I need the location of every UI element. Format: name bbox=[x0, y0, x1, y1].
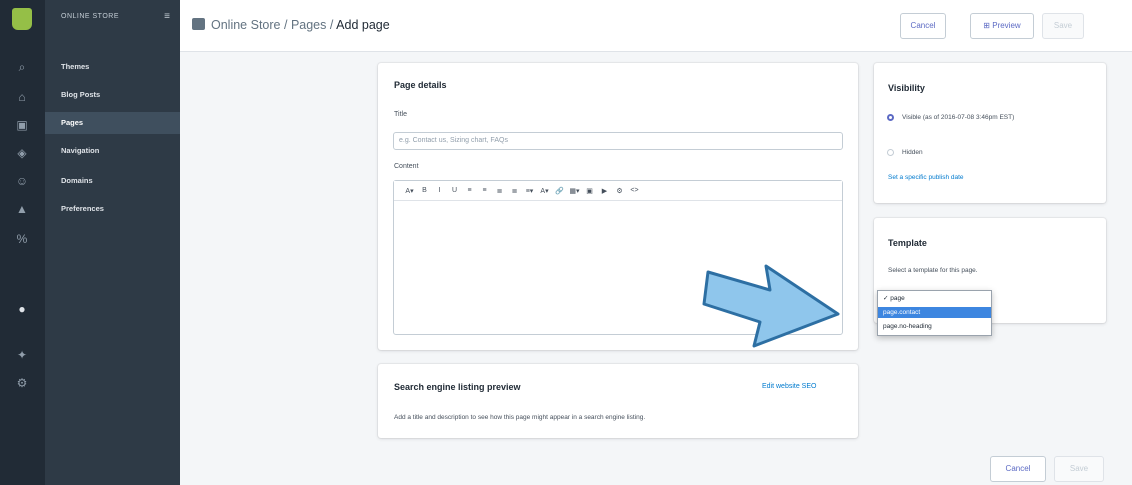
template-option-page[interactable]: ✓ page bbox=[878, 293, 991, 304]
numbered-list-icon[interactable]: ≡ bbox=[477, 187, 492, 194]
visibility-card: Visibility Visible (as of 2016-07-08 3:4… bbox=[874, 63, 1106, 203]
sidebar-item-themes[interactable]: Themes bbox=[45, 56, 180, 78]
arrow-shape bbox=[702, 264, 840, 348]
hidden-radio[interactable] bbox=[887, 149, 894, 156]
breadcrumb-separator: / bbox=[283, 18, 288, 32]
page-title: Add page bbox=[336, 18, 390, 32]
icon-rail: ⌕ ⌂ ▣ ◈ ☺ ▲ % ● ✦ ⚙ bbox=[0, 0, 45, 485]
page-details-heading: Page details bbox=[394, 80, 447, 90]
apps-icon[interactable]: ✦ bbox=[15, 348, 29, 362]
template-option-page-contact[interactable]: page.contact bbox=[878, 307, 991, 318]
discounts-icon[interactable]: % bbox=[15, 232, 29, 246]
table-icon[interactable]: ▦▾ bbox=[567, 187, 582, 195]
sidebar-header: ONLINE STORE ≡ bbox=[45, 0, 180, 32]
store-icon bbox=[192, 18, 205, 30]
template-option-page-no-heading[interactable]: page.no-heading bbox=[878, 321, 991, 332]
footer-save-button[interactable]: Save bbox=[1054, 456, 1104, 482]
title-label: Title bbox=[394, 111, 407, 118]
align-icon[interactable]: ≡▾ bbox=[522, 187, 537, 195]
menu-icon[interactable]: ≡ bbox=[164, 11, 170, 22]
orders-icon[interactable]: ▣ bbox=[15, 118, 29, 132]
sidebar-item-blog-posts[interactable]: Blog Posts bbox=[45, 84, 180, 106]
annotation-arrow bbox=[702, 264, 840, 348]
cancel-button[interactable]: Cancel bbox=[900, 13, 946, 39]
seo-description: Add a title and description to see how t… bbox=[394, 414, 646, 421]
text-color-icon[interactable]: A▾ bbox=[537, 187, 552, 195]
underline-icon[interactable]: U bbox=[447, 187, 462, 194]
link-icon[interactable]: 🔗 bbox=[552, 187, 567, 195]
title-input[interactable]: e.g. Contact us, Sizing chart, FAQs bbox=[393, 132, 843, 150]
breadcrumb: Online Store / Pages / Add page bbox=[192, 18, 390, 32]
products-icon[interactable]: ◈ bbox=[15, 146, 29, 160]
html-icon[interactable]: <> bbox=[627, 187, 642, 194]
breadcrumb-pages[interactable]: Pages bbox=[291, 18, 326, 32]
template-heading: Template bbox=[888, 238, 927, 248]
preview-button[interactable]: ⊞ Preview bbox=[970, 13, 1034, 39]
shopify-logo-icon[interactable] bbox=[12, 8, 32, 30]
customers-icon[interactable]: ☺ bbox=[15, 174, 29, 188]
top-bar: Online Store / Pages / Add page Cancel ⊞… bbox=[180, 0, 1132, 52]
search-icon[interactable]: ⌕ bbox=[15, 60, 29, 74]
settings-icon[interactable]: ⚙ bbox=[15, 376, 29, 390]
online-store-icon[interactable]: ● bbox=[15, 302, 29, 316]
publish-date-link[interactable]: Set a specific publish date bbox=[888, 174, 964, 181]
save-button[interactable]: Save bbox=[1042, 13, 1084, 39]
analytics-icon[interactable]: ▲ bbox=[15, 202, 29, 216]
sidebar-item-domains[interactable]: Domains bbox=[45, 170, 180, 192]
visibility-heading: Visibility bbox=[888, 83, 925, 93]
indent-icon[interactable]: ≣ bbox=[507, 187, 522, 195]
editor-toolbar: A▾ B I U ≡ ≡ ≣ ≣ ≡▾ A▾ 🔗 ▦▾ ▣ ▶ ⚙ <> bbox=[394, 181, 842, 201]
store-sidebar: ONLINE STORE ≡ Themes Blog Posts Pages N… bbox=[45, 0, 180, 485]
home-icon[interactable]: ⌂ bbox=[15, 90, 29, 104]
breadcrumb-online-store[interactable]: Online Store bbox=[211, 18, 280, 32]
video-icon[interactable]: ▶ bbox=[597, 187, 612, 195]
preview-icon: ⊞ bbox=[983, 21, 993, 30]
sidebar-item-pages[interactable]: Pages bbox=[45, 112, 180, 134]
template-description: Select a template for this page. bbox=[888, 267, 978, 274]
sidebar-item-preferences[interactable]: Preferences bbox=[45, 198, 180, 220]
content-label: Content bbox=[394, 163, 419, 170]
breadcrumb-separator: / bbox=[329, 18, 334, 32]
bullet-list-icon[interactable]: ≡ bbox=[462, 187, 477, 194]
hidden-label: Hidden bbox=[902, 149, 923, 156]
sidebar-title: ONLINE STORE bbox=[61, 12, 119, 20]
outdent-icon[interactable]: ≣ bbox=[492, 187, 507, 195]
clear-format-icon[interactable]: ⚙ bbox=[612, 187, 627, 195]
visible-label: Visible (as of 2016-07-08 3:46pm EST) bbox=[902, 114, 1015, 121]
italic-icon[interactable]: I bbox=[432, 187, 447, 194]
seo-heading: Search engine listing preview bbox=[394, 382, 521, 392]
image-icon[interactable]: ▣ bbox=[582, 187, 597, 195]
preview-label: Preview bbox=[992, 21, 1021, 30]
visible-radio[interactable] bbox=[887, 114, 894, 121]
edit-seo-link[interactable]: Edit website SEO bbox=[762, 383, 816, 390]
template-select-dropdown[interactable]: ✓ page page.contact page.no-heading bbox=[877, 290, 992, 336]
font-size-icon[interactable]: A▾ bbox=[402, 187, 417, 195]
footer-cancel-button[interactable]: Cancel bbox=[990, 456, 1046, 482]
sidebar-item-navigation[interactable]: Navigation bbox=[45, 140, 180, 162]
seo-card: Search engine listing preview Edit websi… bbox=[378, 364, 858, 438]
bold-icon[interactable]: B bbox=[417, 187, 432, 194]
